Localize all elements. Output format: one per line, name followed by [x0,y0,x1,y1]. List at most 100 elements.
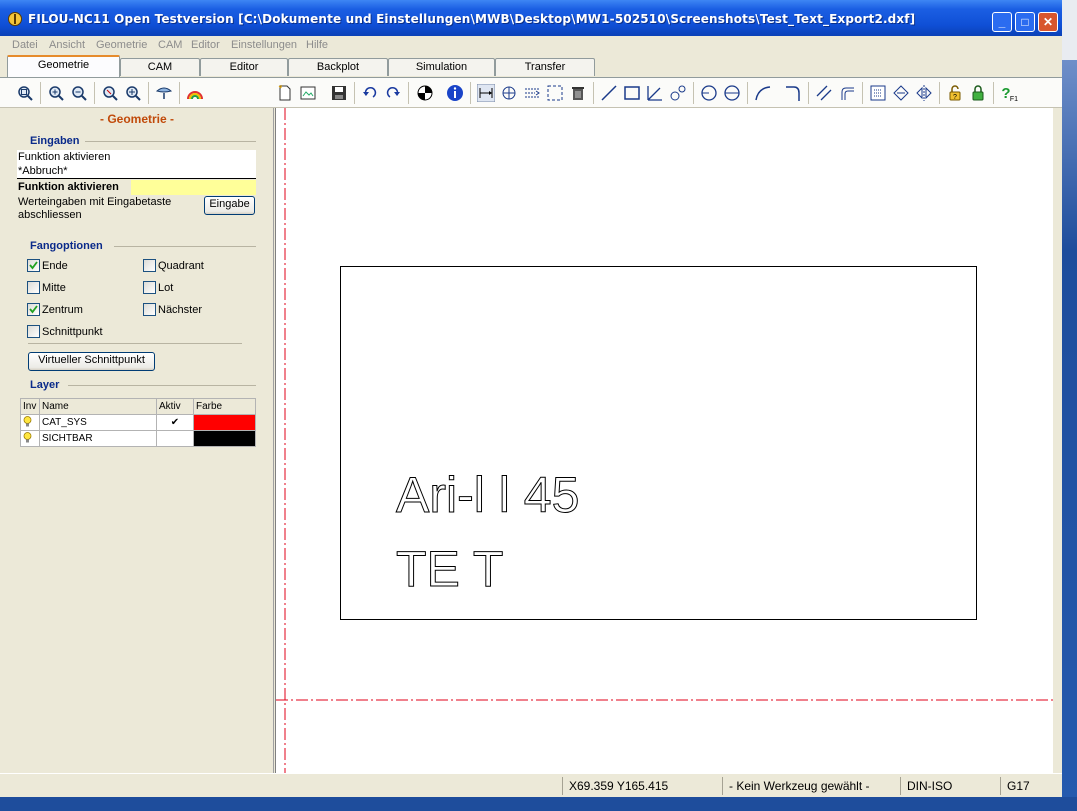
minimize-button[interactable]: _ [992,12,1012,32]
drawing-text-line-1[interactable]: Ari-l l 45 [396,467,580,524]
circle-icon[interactable] [700,84,718,102]
zoom-pan-icon[interactable] [124,84,142,102]
menu-bar: Datei Ansicht Geometrie CAM Editor Einst… [0,36,1062,55]
angle-icon[interactable] [646,84,664,102]
zoom-fit-icon[interactable] [16,84,34,102]
window-title: FILOU-NC11 Open Testversion [C:\Dokument… [28,12,916,26]
maximize-button[interactable]: □ [1015,12,1035,32]
fillet-icon[interactable] [784,84,802,102]
checkbox-zentrum[interactable] [27,303,40,316]
trim-icon[interactable] [523,84,541,102]
layer-icon[interactable] [869,84,887,102]
lock-icon[interactable] [969,84,987,102]
line-icon[interactable] [600,84,618,102]
table-row[interactable]: CAT_SYS ✔ [20,414,256,431]
section-fangoptionen: Fangoptionen [30,240,103,252]
measure-icon[interactable] [500,84,518,102]
rainbow-icon[interactable] [186,84,204,102]
layer-active-check[interactable] [156,430,194,447]
help-icon[interactable]: ? F1 [1000,84,1018,102]
rectangle-icon[interactable] [623,84,641,102]
arc-icon[interactable] [754,84,772,102]
checkbox-lot[interactable] [143,281,156,294]
tab-bar: Geometrie CAM Editor Backplot Simulation… [0,55,1062,77]
app-icon[interactable] [8,12,22,26]
toolbar-separator [808,82,809,104]
corner-icon[interactable] [838,84,856,102]
toolbar-separator [939,82,940,104]
open-file-icon[interactable] [299,84,317,102]
drawing-canvas[interactable]: Ari-l l 45 TE T [275,108,1062,773]
center-icon[interactable] [416,84,434,102]
divider [114,246,256,247]
layer-table-header: Inv Name Aktiv Farbe [20,398,256,415]
transform-icon[interactable] [892,84,910,102]
lock-open-icon[interactable]: ? [946,84,964,102]
col-name[interactable]: Name [39,398,157,415]
checkbox-schnittpunkt[interactable] [27,325,40,338]
tab-backplot[interactable]: Backplot [288,58,388,76]
new-file-icon[interactable] [276,84,294,102]
menu-hilfe[interactable]: Hilfe [306,39,328,51]
title-bar[interactable]: FILOU-NC11 Open Testversion [C:\Dokument… [0,0,1062,36]
toolbar: ? ? F1 [0,77,1062,108]
parallel-icon[interactable] [815,84,833,102]
table-row[interactable]: SICHTBAR [20,430,256,447]
svg-text:?: ? [953,94,957,101]
circle-2-icon[interactable] [723,84,741,102]
info-icon[interactable] [446,84,464,102]
virtual-intersection-button[interactable]: Virtueller Schnittpunkt [28,352,155,371]
history-line-1: Funktion aktivieren [18,151,111,163]
bulb-icon[interactable] [20,414,40,431]
toolbar-separator [40,82,41,104]
checkbox-ende-label: Ende [42,260,68,272]
canvas-drawing: Ari-l l 45 TE T [276,108,1056,773]
undo-icon[interactable] [361,84,379,102]
menu-datei[interactable]: Datei [12,39,38,51]
menu-editor[interactable]: Editor [191,39,220,51]
value-input[interactable] [131,180,256,195]
layer-color-swatch[interactable] [193,430,256,447]
col-farbe[interactable]: Farbe [193,398,256,415]
zoom-in-icon[interactable] [47,84,65,102]
delete-icon[interactable] [569,84,587,102]
checkbox-mitte[interactable] [27,281,40,294]
checkbox-naechster[interactable] [143,303,156,316]
zoom-out-icon[interactable] [70,84,88,102]
distance-icon[interactable] [477,84,495,102]
select-icon[interactable] [546,84,564,102]
status-coordinates: X69.359 Y165.415 [562,777,722,795]
divider [28,343,242,344]
tab-editor[interactable]: Editor [200,58,288,76]
tab-transfer[interactable]: Transfer [495,58,595,76]
layer-active-check[interactable]: ✔ [156,414,194,431]
save-icon[interactable] [330,84,348,102]
menu-cam[interactable]: CAM [158,39,182,51]
view-icon[interactable] [155,84,173,102]
checkbox-zentrum-label: Zentrum [42,304,83,316]
tab-geometrie[interactable]: Geometrie [7,55,120,77]
eingabe-button[interactable]: Eingabe [204,196,255,215]
col-aktiv[interactable]: Aktiv [156,398,194,415]
col-inv[interactable]: Inv [20,398,40,415]
menu-geometrie[interactable]: Geometrie [96,39,147,51]
checkbox-ende[interactable] [27,259,40,272]
checkbox-lot-label: Lot [158,282,174,294]
checkbox-quadrant[interactable] [143,259,156,272]
tab-simulation[interactable]: Simulation [388,58,495,76]
menu-ansicht[interactable]: Ansicht [49,39,85,51]
bulb-icon[interactable] [20,430,40,447]
point-icon[interactable] [669,84,687,102]
close-button[interactable]: ✕ [1038,12,1058,32]
tab-cam[interactable]: CAM [120,58,200,76]
zoom-window-icon[interactable] [101,84,119,102]
drawing-text-line-2[interactable]: TE T [396,541,504,598]
toolbar-separator [470,82,471,104]
canvas-edge [1053,108,1062,773]
panel-title: - Geometrie - [99,112,174,126]
toolbar-separator [747,82,748,104]
redo-icon[interactable] [384,84,402,102]
layer-color-swatch[interactable] [193,414,256,431]
mirror-icon[interactable] [915,84,933,102]
menu-einstellungen[interactable]: Einstellungen [231,39,297,51]
